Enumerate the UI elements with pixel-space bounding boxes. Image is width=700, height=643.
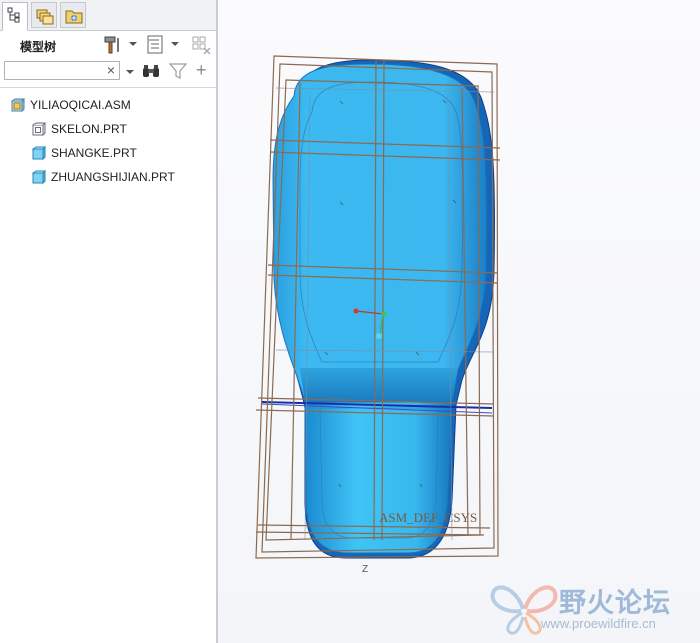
tree-item-label: SHANGKE.PRT [51,146,137,160]
watermark-url: www.proewildfire.cn [541,616,656,631]
add-icon[interactable]: + [196,59,207,81]
tree-item-label: ZHUANGSHIJIAN.PRT [51,170,175,184]
tree-item-label: SKELON.PRT [51,122,127,136]
search-row: × + [0,59,216,85]
favorites-icon [65,10,83,24]
tree-item-label: YILIAOQICAI.ASM [30,98,131,112]
part-icon [32,170,46,184]
settings-dropdown-arrow[interactable] [129,42,137,46]
model-tree-title: 模型树 [20,40,57,54]
body-lower-shape [304,401,453,554]
skeleton-part-icon [32,122,46,136]
search-dropdown-arrow[interactable] [126,70,134,74]
navigator-panel: 模型树 × + YILIAOQICAI.ASM SKELON.PRT SHANG… [0,0,216,643]
panel-divider [0,87,216,88]
favorites-tab[interactable] [60,2,86,28]
folder-browser-tab[interactable] [31,2,57,28]
tree-root-item[interactable]: YILIAOQICAI.ASM [11,95,131,115]
tree-item-shangke[interactable]: SHANGKE.PRT [32,143,137,163]
search-input[interactable] [4,61,120,80]
model-tree-icon [7,7,20,23]
filter-icon[interactable] [169,63,187,79]
graphics-viewport[interactable]: ASM_DEF_CSYS Z [218,0,700,643]
navigator-tabs [0,0,216,31]
folder-browser-icon [36,9,54,25]
app-window: 模型树 × + YILIAOQICAI.ASM SKELON.PRT SHANG… [0,0,700,643]
clear-icon[interactable]: × [104,62,118,79]
view-axis-label: Z [362,564,368,575]
part-icon [32,146,46,160]
forum-watermark: 野火论坛 www.proewildfire.cn [487,577,692,637]
assembly-icon [11,98,25,112]
show-dropdown-arrow[interactable] [171,42,179,46]
tree-item-skelon[interactable]: SKELON.PRT [32,119,127,139]
column-grid-icon[interactable] [191,35,213,55]
model-tree-tab[interactable] [2,2,28,31]
watermark-title: 野火论坛 [559,588,671,619]
body-shading-band [300,368,458,402]
hammer-icon[interactable] [103,35,123,55]
list-settings-icon[interactable] [146,35,166,55]
model-graphics: ASM_DEF_CSYS Z [255,55,501,575]
tree-item-zhuangshijian[interactable]: ZHUANGSHIJIAN.PRT [32,167,175,187]
model-tree-toolbar: 模型树 [0,31,216,59]
csys-label: ASM_DEF_CSYS [379,510,477,525]
binoculars-icon[interactable] [142,63,160,79]
